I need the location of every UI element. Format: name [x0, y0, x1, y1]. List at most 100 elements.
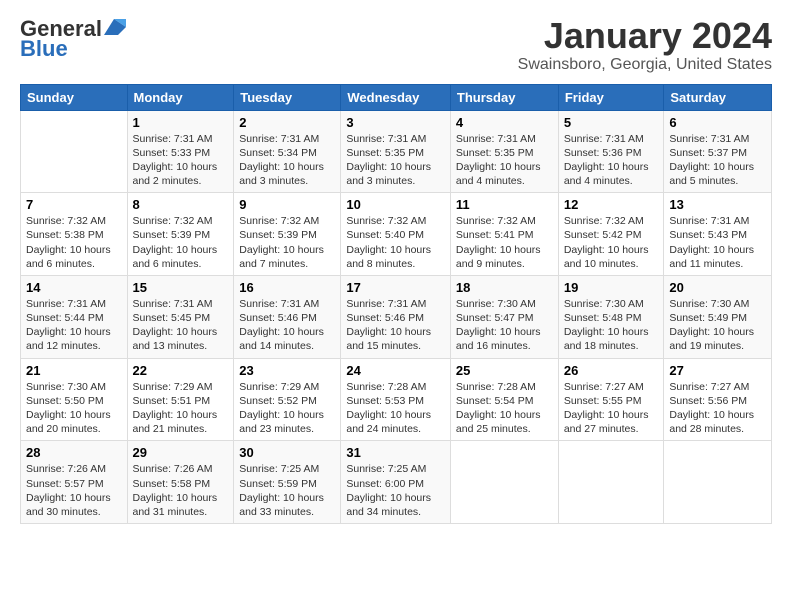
day-number: 5 [564, 115, 659, 130]
day-info: Sunrise: 7:25 AM Sunset: 6:00 PM Dayligh… [346, 462, 445, 519]
calendar-cell: 4 Sunrise: 7:31 AM Sunset: 5:35 PM Daylig… [450, 110, 558, 193]
day-info: Sunrise: 7:29 AM Sunset: 5:51 PM Dayligh… [133, 380, 229, 437]
day-number: 18 [456, 280, 553, 295]
title-block: January 2024 Swainsboro, Georgia, United… [518, 16, 772, 74]
day-number: 21 [26, 363, 122, 378]
day-number: 15 [133, 280, 229, 295]
page-container: General Blue January 2024 Swainsboro, Ge… [0, 0, 792, 534]
calendar-cell: 28Sunrise: 7:26 AM Sunset: 5:57 PM Dayli… [21, 441, 128, 524]
calendar-cell: 23 Sunrise: 7:29 AM Sunset: 5:52 PM Dayli… [234, 358, 341, 441]
calendar-cell: 27 Sunrise: 7:27 AM Sunset: 5:56 PM Dayli… [664, 358, 772, 441]
col-saturday: Saturday [664, 84, 772, 110]
calendar-cell: 24 Sunrise: 7:28 AM Sunset: 5:53 PM Dayli… [341, 358, 451, 441]
day-info: Sunrise: 7:30 AM Sunset: 5:49 PM Dayligh… [669, 297, 766, 354]
day-info: Sunrise: 7:26 AM Sunset: 5:58 PM Dayligh… [133, 462, 229, 519]
calendar-title: January 2024 [518, 16, 772, 56]
col-wednesday: Wednesday [341, 84, 451, 110]
day-number: 26 [564, 363, 659, 378]
day-info: Sunrise: 7:32 AM Sunset: 5:40 PM Dayligh… [346, 214, 445, 271]
day-info: Sunrise: 7:26 AM Sunset: 5:57 PM Dayligh… [26, 462, 122, 519]
day-number: 11 [456, 197, 553, 212]
day-number: 14 [26, 280, 122, 295]
calendar-week-row: 1Sunrise: 7:31 AM Sunset: 5:33 PM Daylig… [21, 110, 772, 193]
calendar-cell [21, 110, 128, 193]
calendar-table: Sunday Monday Tuesday Wednesday Thursday… [20, 84, 772, 524]
calendar-cell: 12 Sunrise: 7:32 AM Sunset: 5:42 PM Dayli… [558, 193, 664, 276]
col-thursday: Thursday [450, 84, 558, 110]
calendar-cell: 19 Sunrise: 7:30 AM Sunset: 5:48 PM Dayli… [558, 275, 664, 358]
col-sunday: Sunday [21, 84, 128, 110]
calendar-cell: 20Sunrise: 7:30 AM Sunset: 5:49 PM Dayli… [664, 275, 772, 358]
calendar-cell: 9 Sunrise: 7:32 AM Sunset: 5:39 PM Daylig… [234, 193, 341, 276]
day-info: Sunrise: 7:30 AM Sunset: 5:48 PM Dayligh… [564, 297, 659, 354]
calendar-week-row: 21Sunrise: 7:30 AM Sunset: 5:50 PM Dayli… [21, 358, 772, 441]
calendar-cell: 14Sunrise: 7:31 AM Sunset: 5:44 PM Dayli… [21, 275, 128, 358]
calendar-cell: 30 Sunrise: 7:25 AM Sunset: 5:59 PM Dayli… [234, 441, 341, 524]
day-number: 6 [669, 115, 766, 130]
calendar-cell: 16 Sunrise: 7:31 AM Sunset: 5:46 PM Dayli… [234, 275, 341, 358]
calendar-cell: 15Sunrise: 7:31 AM Sunset: 5:45 PM Dayli… [127, 275, 234, 358]
day-number: 16 [239, 280, 335, 295]
day-info: Sunrise: 7:31 AM Sunset: 5:36 PM Dayligh… [564, 132, 659, 189]
day-number: 29 [133, 445, 229, 460]
logo-icon [104, 19, 126, 35]
day-info: Sunrise: 7:31 AM Sunset: 5:33 PM Dayligh… [133, 132, 229, 189]
calendar-cell: 8 Sunrise: 7:32 AM Sunset: 5:39 PM Daylig… [127, 193, 234, 276]
calendar-cell: 7Sunrise: 7:32 AM Sunset: 5:38 PM Daylig… [21, 193, 128, 276]
day-info: Sunrise: 7:31 AM Sunset: 5:37 PM Dayligh… [669, 132, 766, 189]
calendar-cell: 3 Sunrise: 7:31 AM Sunset: 5:35 PM Daylig… [341, 110, 451, 193]
page-header: General Blue January 2024 Swainsboro, Ge… [20, 16, 772, 74]
day-info: Sunrise: 7:31 AM Sunset: 5:43 PM Dayligh… [669, 214, 766, 271]
day-number: 3 [346, 115, 445, 130]
day-number: 27 [669, 363, 766, 378]
calendar-cell: 25Sunrise: 7:28 AM Sunset: 5:54 PM Dayli… [450, 358, 558, 441]
day-info: Sunrise: 7:25 AM Sunset: 5:59 PM Dayligh… [239, 462, 335, 519]
day-number: 9 [239, 197, 335, 212]
day-info: Sunrise: 7:27 AM Sunset: 5:55 PM Dayligh… [564, 380, 659, 437]
day-info: Sunrise: 7:27 AM Sunset: 5:56 PM Dayligh… [669, 380, 766, 437]
day-info: Sunrise: 7:31 AM Sunset: 5:46 PM Dayligh… [239, 297, 335, 354]
calendar-cell [664, 441, 772, 524]
calendar-cell: 13 Sunrise: 7:31 AM Sunset: 5:43 PM Dayli… [664, 193, 772, 276]
day-number: 30 [239, 445, 335, 460]
calendar-cell: 2 Sunrise: 7:31 AM Sunset: 5:34 PM Daylig… [234, 110, 341, 193]
calendar-cell: 18 Sunrise: 7:30 AM Sunset: 5:47 PM Dayli… [450, 275, 558, 358]
calendar-cell: 6 Sunrise: 7:31 AM Sunset: 5:37 PM Daylig… [664, 110, 772, 193]
calendar-cell: 22 Sunrise: 7:29 AM Sunset: 5:51 PM Dayli… [127, 358, 234, 441]
day-number: 23 [239, 363, 335, 378]
day-number: 19 [564, 280, 659, 295]
day-info: Sunrise: 7:32 AM Sunset: 5:39 PM Dayligh… [133, 214, 229, 271]
day-info: Sunrise: 7:29 AM Sunset: 5:52 PM Dayligh… [239, 380, 335, 437]
day-number: 2 [239, 115, 335, 130]
calendar-cell: 5 Sunrise: 7:31 AM Sunset: 5:36 PM Daylig… [558, 110, 664, 193]
calendar-cell: 1Sunrise: 7:31 AM Sunset: 5:33 PM Daylig… [127, 110, 234, 193]
calendar-cell: 11 Sunrise: 7:32 AM Sunset: 5:41 PM Dayli… [450, 193, 558, 276]
calendar-cell [558, 441, 664, 524]
col-monday: Monday [127, 84, 234, 110]
calendar-week-row: 28Sunrise: 7:26 AM Sunset: 5:57 PM Dayli… [21, 441, 772, 524]
day-number: 22 [133, 363, 229, 378]
logo-blue: Blue [20, 36, 68, 62]
calendar-cell: 31 Sunrise: 7:25 AM Sunset: 6:00 PM Dayli… [341, 441, 451, 524]
day-info: Sunrise: 7:32 AM Sunset: 5:41 PM Dayligh… [456, 214, 553, 271]
day-info: Sunrise: 7:31 AM Sunset: 5:34 PM Dayligh… [239, 132, 335, 189]
day-info: Sunrise: 7:30 AM Sunset: 5:47 PM Dayligh… [456, 297, 553, 354]
day-info: Sunrise: 7:32 AM Sunset: 5:42 PM Dayligh… [564, 214, 659, 271]
day-info: Sunrise: 7:32 AM Sunset: 5:39 PM Dayligh… [239, 214, 335, 271]
day-number: 10 [346, 197, 445, 212]
day-info: Sunrise: 7:31 AM Sunset: 5:46 PM Dayligh… [346, 297, 445, 354]
day-number: 24 [346, 363, 445, 378]
day-number: 31 [346, 445, 445, 460]
day-info: Sunrise: 7:31 AM Sunset: 5:35 PM Dayligh… [346, 132, 445, 189]
day-number: 4 [456, 115, 553, 130]
day-info: Sunrise: 7:28 AM Sunset: 5:53 PM Dayligh… [346, 380, 445, 437]
calendar-header-row: Sunday Monday Tuesday Wednesday Thursday… [21, 84, 772, 110]
day-number: 25 [456, 363, 553, 378]
day-number: 8 [133, 197, 229, 212]
logo: General Blue [20, 16, 126, 62]
day-number: 12 [564, 197, 659, 212]
day-number: 13 [669, 197, 766, 212]
calendar-week-row: 7Sunrise: 7:32 AM Sunset: 5:38 PM Daylig… [21, 193, 772, 276]
day-info: Sunrise: 7:31 AM Sunset: 5:35 PM Dayligh… [456, 132, 553, 189]
day-number: 7 [26, 197, 122, 212]
